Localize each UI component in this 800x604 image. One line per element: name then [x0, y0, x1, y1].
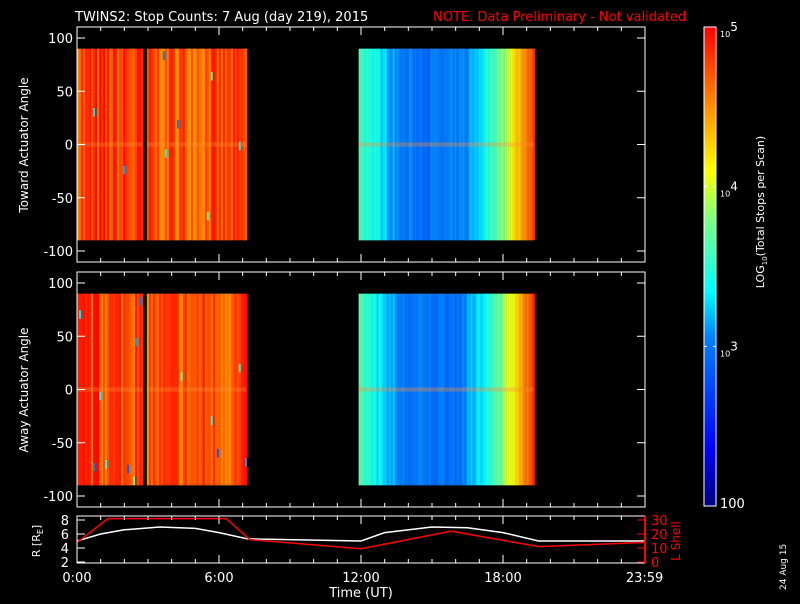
y-tick-label: 100	[48, 32, 73, 47]
y2-tick-label: 30	[651, 514, 668, 529]
twins-stop-counts-figure: TWINS2: Stop Counts: 7 Aug (day 219), 20…	[17, 10, 789, 601]
zero-angle-band	[77, 387, 143, 392]
zero-angle-band	[146, 387, 247, 392]
y-tick-label: 0	[65, 139, 73, 154]
away-angle-panel: 100 50 0 -50 -100	[43, 271, 646, 508]
preliminary-note: NOTE. Data Preliminary - Not validated	[433, 10, 686, 25]
spectrogram-cell	[93, 108, 95, 117]
ylabel-toward: Toward Actuator Angle	[17, 77, 31, 213]
zero-angle-band	[77, 142, 143, 147]
y-tick-label: 2	[61, 556, 69, 571]
toward-angle-panel: 100 50 0 -50 -100	[43, 26, 646, 263]
y-tick-label: 100	[48, 277, 73, 292]
colorbar-label: LOG10(Total Stops per Scan)	[754, 136, 769, 288]
footer-date: 24 Aug 15	[779, 544, 789, 590]
colorbar-tick-label: 100	[720, 497, 745, 512]
x-tick-label: 23:59	[626, 571, 663, 586]
zero-angle-band	[358, 387, 534, 392]
y-tick-label: 0	[65, 384, 73, 399]
y-tick-label: 50	[56, 85, 73, 100]
spectrogram-cell	[105, 459, 107, 469]
y2-tick-label: 10	[651, 542, 668, 557]
spectrogram-cell	[244, 458, 247, 467]
spectrogram-cell	[180, 372, 183, 381]
figure-title: TWINS2: Stop Counts: 7 Aug (day 219), 20…	[74, 10, 368, 25]
y-tick-label: 8	[61, 514, 69, 529]
spectrogram-cell	[99, 391, 101, 401]
zero-angle-band	[146, 142, 247, 147]
spectrogram-cell	[210, 71, 213, 81]
y-tick-label: -50	[52, 437, 73, 452]
colorbar-tick-label: 105	[720, 20, 738, 39]
ephemeris-panel: 8642 3020100 0:00 6:00 12:00 18:00 23:59	[61, 514, 668, 586]
colorbar-tick-label: 103	[720, 339, 738, 358]
spectrogram-cell	[123, 165, 125, 175]
spectrogram-cell	[93, 462, 95, 472]
colorbar-tick-label: 104	[720, 180, 738, 199]
xlabel-time: Time (UT)	[328, 586, 393, 600]
x-tick-label: 0:00	[62, 571, 91, 586]
y-tick-label: -100	[43, 245, 73, 260]
x-tick-label: 6:00	[204, 571, 233, 586]
x-tick-label: 12:00	[342, 571, 379, 586]
ylabel-r: R [RE]	[30, 525, 45, 557]
r-line	[77, 526, 645, 542]
spectrogram-cell	[162, 51, 165, 60]
spectrogram-cell	[139, 296, 141, 306]
spectrogram-cell	[127, 464, 129, 474]
spectrogram-cell	[164, 149, 167, 158]
y-tick-label: 50	[56, 330, 73, 345]
spectrogram-cell	[238, 363, 241, 373]
spectrogram-cell	[210, 416, 213, 425]
colorbar-gradient	[703, 26, 717, 507]
colorbar: 105 104 103 100 LOG10(Total Stops per Scan)	[703, 20, 769, 512]
spectrogram-cell	[133, 476, 135, 486]
y2-tick-label: 0	[651, 556, 659, 571]
y-tick-label: -100	[43, 490, 73, 505]
spectrogram-cell	[135, 337, 137, 347]
y2-tick-label: 20	[651, 528, 668, 543]
y-tick-label: 4	[61, 542, 69, 557]
spectrogram-cell	[176, 120, 179, 129]
y-tick-label: -50	[52, 192, 73, 207]
spectrogram-cell	[216, 448, 219, 458]
zero-angle-band	[358, 142, 534, 147]
spectrogram-cell	[206, 211, 209, 221]
spectrogram-cell	[79, 310, 81, 319]
x-tick-label: 18:00	[484, 571, 521, 586]
y-tick-label: 6	[61, 528, 69, 543]
ylabel-away: Away Actuator Angle	[17, 327, 31, 452]
y2label-lshell: L Shell	[669, 521, 683, 561]
